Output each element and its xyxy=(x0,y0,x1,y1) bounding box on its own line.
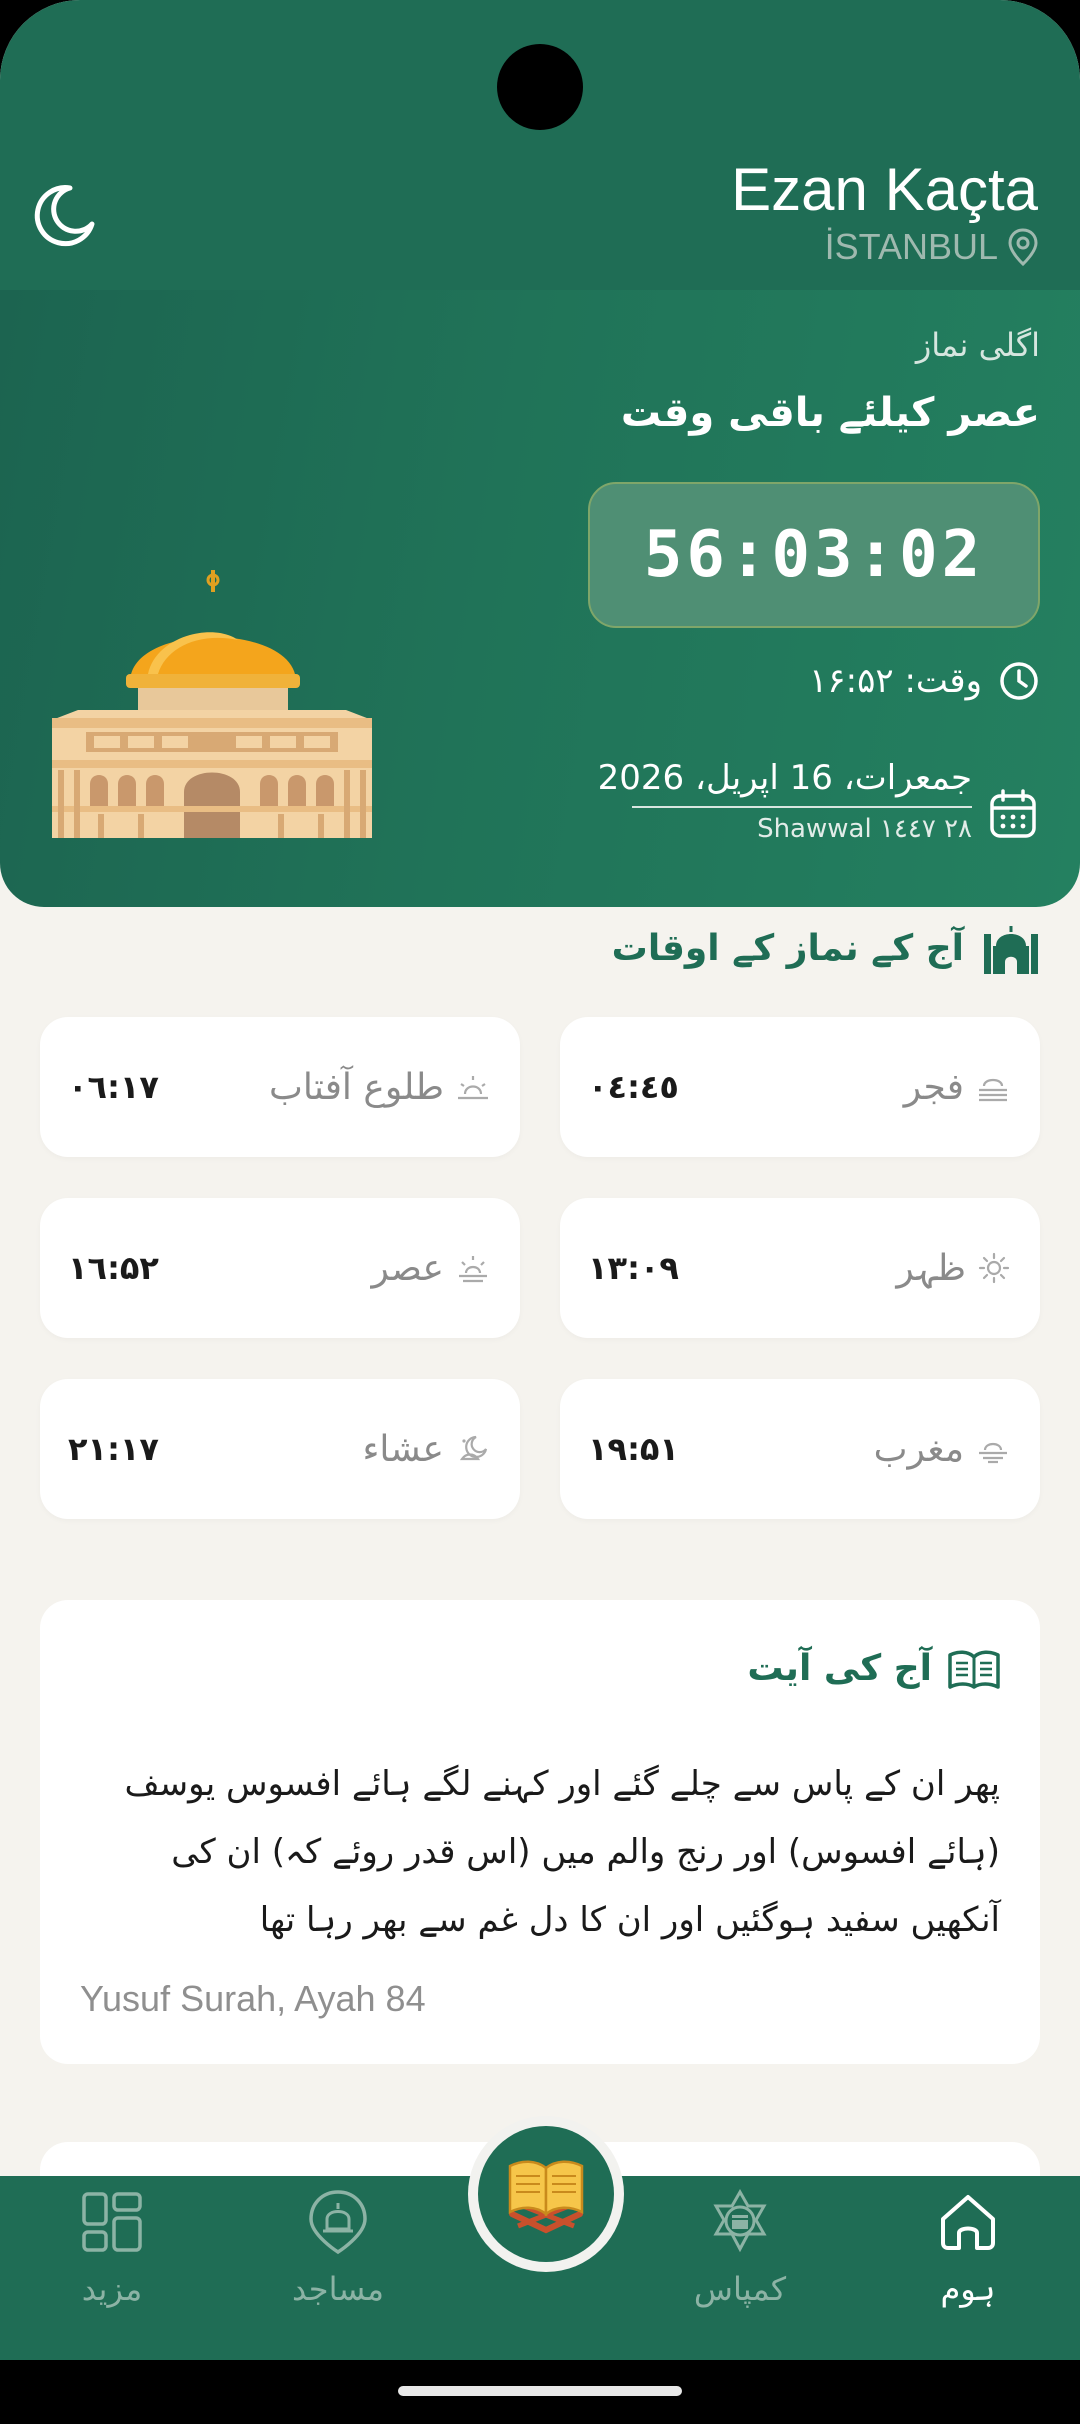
mosque-illustration xyxy=(52,570,372,838)
next-prayer-panel: اگلی نماز عصر کیلئے باقی وقت 56:03:02 وق… xyxy=(0,290,1080,907)
mosque-pin-icon xyxy=(309,2190,367,2255)
verse-text: پھر ان کے پاس سے چلے گئے اور کہنے لگے ہا… xyxy=(124,1764,1000,1940)
prayer-time: ۱٦:۵۲ xyxy=(68,1249,159,1287)
prayer-name: فجر xyxy=(903,1066,964,1108)
app-title: Ezan Kaçta xyxy=(731,156,1038,223)
hijri-date: ۲۸ Shawwal ۱٤٤٧ xyxy=(757,814,972,844)
today-prayers-header: آج کے نماز کے اوقات xyxy=(612,922,1040,974)
prayer-card-fajr[interactable]: فجر ۰٤:٤٥ xyxy=(560,1017,1040,1157)
gesture-bar xyxy=(0,2360,1080,2424)
screen: Ezan Kaçta İSTANBUL اگلی نماز عصر کیلئے … xyxy=(0,0,1080,2424)
verse-reference: Yusuf Surah, Ayah 84 xyxy=(80,1978,426,2019)
nav-mosques-label: مساجد xyxy=(291,2270,384,2308)
prayer-name: ظہر xyxy=(896,1247,966,1289)
theme-moon-icon[interactable] xyxy=(30,180,100,250)
home-indicator[interactable] xyxy=(398,2386,682,2396)
mosque-icon xyxy=(984,926,1038,974)
city-name: İSTANBUL xyxy=(824,226,998,267)
prayer-name: عشاء xyxy=(362,1428,445,1470)
today-prayers-title: آج کے نماز کے اوقات xyxy=(611,927,964,969)
clock-icon xyxy=(1000,662,1038,700)
prayer-name: مغرب xyxy=(873,1428,964,1470)
prayer-time: ۲۱:۱۷ xyxy=(68,1430,159,1468)
prayer-card-maghrib[interactable]: مغرب ۱۹:۵۱ xyxy=(560,1379,1040,1519)
asr-icon xyxy=(459,1256,487,1283)
sun-icon xyxy=(978,1252,1010,1284)
prayer-time: ۰٦:۱۷ xyxy=(68,1068,159,1106)
sunrise-icon xyxy=(458,1076,488,1100)
maghrib-icon xyxy=(979,1442,1007,1464)
isha-icon xyxy=(459,1435,488,1461)
grid-icon xyxy=(82,2192,142,2252)
camera-cutout xyxy=(497,44,583,130)
prayer-card-sunrise[interactable]: طلوع آفتاب ۰٦:۱۷ xyxy=(40,1017,520,1157)
app-header: Ezan Kaçta İSTANBUL xyxy=(0,0,1080,290)
compass-kaaba-icon xyxy=(713,2189,767,2253)
location-selector[interactable]: İSTANBUL xyxy=(825,226,1038,268)
prayer-time: ۰٤:٤٥ xyxy=(588,1068,679,1106)
prayer-card-asr[interactable]: عصر ۱٦:۵۲ xyxy=(40,1198,520,1338)
prayer-card-dhuhr[interactable]: ظہر ۱۳:۰۹ xyxy=(560,1198,1040,1338)
prayer-time: ۱۹:۵۱ xyxy=(588,1430,679,1468)
fajr-icon xyxy=(979,1078,1007,1102)
prayer-card-isha[interactable]: عشاء ۲۱:۱۷ xyxy=(40,1379,520,1519)
nav-compass[interactable]: کمپاس xyxy=(640,2176,840,2360)
open-book-icon xyxy=(948,1650,1000,1689)
location-pin-icon xyxy=(1008,228,1038,266)
quran-book-icon xyxy=(508,2160,584,2234)
prayer-time: ۱۳:۰۹ xyxy=(588,1249,679,1287)
prayer-time-value: وقت: ۱۶:۵۲ xyxy=(809,661,982,701)
prayer-time-row: وقت: ۱۶:۵۲ xyxy=(809,660,1040,702)
nav-more-label: مزید xyxy=(81,2270,143,2308)
home-icon xyxy=(941,2195,995,2250)
prayer-name: عصر xyxy=(371,1247,444,1289)
verse-of-the-day-card[interactable]: آج کی آیت پھر ان کے پاس سے چلے گئے اور ک… xyxy=(40,1600,1040,2064)
gregorian-date: جمعرات، 16 اپریل، 2026 xyxy=(598,758,972,808)
verse-title: آج کی آیت xyxy=(747,1648,932,1689)
countdown-timer: 56:03:02 xyxy=(588,482,1040,628)
nav-mosques[interactable]: مساجد xyxy=(238,2176,438,2360)
calendar-icon xyxy=(990,789,1036,838)
nav-home-label: ہوم xyxy=(940,2270,996,2308)
nav-more[interactable]: مزید xyxy=(12,2176,212,2360)
date-block[interactable]: جمعرات، 16 اپریل، 2026 ۲۸ Shawwal ۱٤٤٧ xyxy=(598,758,972,844)
remaining-time-title: عصر کیلئے باقی وقت xyxy=(620,390,1040,436)
prayer-name: طلوع آفتاب xyxy=(268,1066,444,1108)
next-prayer-label: اگلی نماز xyxy=(915,326,1040,364)
nav-compass-label: کمپاس xyxy=(693,2270,787,2308)
quran-button[interactable] xyxy=(468,2116,624,2272)
nav-home[interactable]: ہوم xyxy=(868,2176,1068,2360)
